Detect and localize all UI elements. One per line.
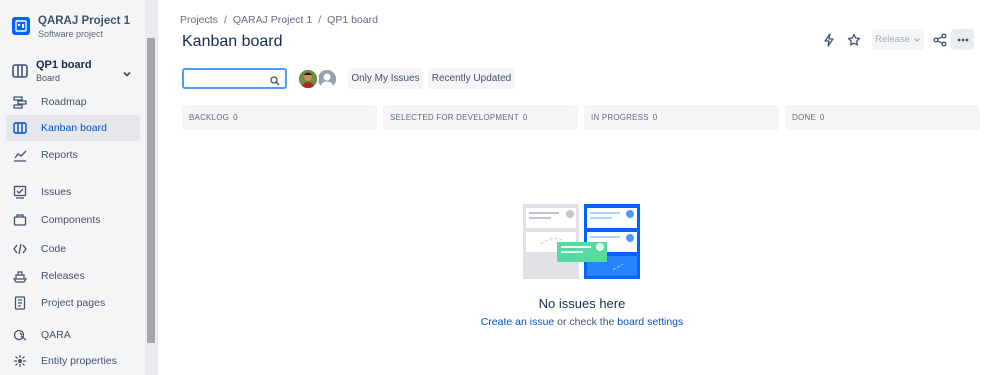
sidebar-item-label: Project pages [41,297,106,309]
board-name: QP1 board [36,59,92,71]
sidebar-item-label: Issues [41,186,72,198]
breadcrumb-separator: / [223,14,227,26]
sidebar-item-releases[interactable]: Releases [6,263,140,289]
breadcrumb-projects[interactable]: Projects [180,14,218,26]
sidebar-item-label: Releases [41,270,85,282]
column-name: SELECTED FOR DEVELOPMENT [390,113,519,122]
sidebar-item-label: Components [41,214,101,226]
sidebar-scroll-thumb[interactable] [147,38,155,343]
column-name: BACKLOG [189,113,230,122]
sidebar-item-qara[interactable]: QARA [6,322,140,348]
project-header[interactable]: QARAJ Project 1 Software project [12,14,142,46]
search-icon [270,73,280,91]
board-icon [12,120,28,136]
components-icon [12,212,28,228]
column-count: 0 [233,113,238,122]
sidebar-item-label: Reports [41,149,78,161]
page-title: Kanban board [182,33,283,50]
automation-lightning-button[interactable] [818,29,840,51]
breadcrumb-separator: / [318,14,322,26]
sidebar-item-reports[interactable]: Reports [6,142,140,168]
project-logo-icon [12,17,30,35]
avatar-unassigned[interactable] [316,68,338,90]
sidebar-item-label: QARA [41,329,71,341]
sidebar-item-kanban-board[interactable]: Kanban board [6,115,140,141]
release-label: Release [875,34,910,45]
create-issue-link[interactable]: Create an issue [481,316,555,328]
entity-icon [12,353,28,369]
breadcrumb: Projects / QARAJ Project 1 / QP1 board [180,14,378,26]
breadcrumb-project[interactable]: QARAJ Project 1 [233,14,312,26]
column-name: IN PROGRESS [591,113,649,122]
board-subtitle: Board [36,73,61,83]
sidebar-item-label: Entity properties [41,355,117,367]
sidebar-item-code[interactable]: Code [6,236,140,262]
column-count: 0 [652,113,658,122]
star-icon [847,33,861,46]
sidebar-item-label: Code [41,243,67,255]
chevron-down-icon [122,66,132,84]
roadmap-icon [12,94,28,110]
empty-state-title: No issues here [538,296,626,311]
only-my-issues-filter[interactable]: Only My Issues [348,68,423,89]
star-button[interactable] [843,29,865,51]
sidebar-item-roadmap[interactable]: Roadmap [6,89,140,115]
reports-icon [12,147,28,163]
qara-icon [12,327,28,343]
more-actions-button[interactable] [951,29,974,50]
avatar[interactable] [297,68,319,90]
board-icon [12,63,28,79]
sidebar-item-label: Roadmap [41,96,87,108]
search-input[interactable] [188,72,268,89]
sidebar-item-components[interactable]: Components [6,207,140,233]
empty-state-connector: or check the [554,316,618,328]
sidebar-item-issues[interactable]: Issues [6,179,140,205]
column-header-selected: SELECTED FOR DEVELOPMENT 0 [383,105,578,130]
board-settings-link[interactable]: board settings [617,316,683,328]
column-count: 0 [522,113,528,122]
empty-state-message: Create an issue or check the board setti… [440,316,724,328]
column-count: 0 [819,113,825,122]
more-icon [957,38,968,41]
recently-updated-filter[interactable]: Recently Updated [428,68,515,89]
project-type: Software project [38,29,104,39]
column-header-done: DONE 0 [785,105,980,130]
release-button[interactable]: Release [872,29,924,50]
sidebar-item-project-pages[interactable]: Project pages [6,290,140,316]
sidebar-item-label: Kanban board [41,122,107,134]
issues-icon [12,184,28,200]
share-button[interactable] [929,29,951,51]
breadcrumb-board[interactable]: QP1 board [327,14,378,26]
share-icon [933,33,947,47]
column-header-backlog: BACKLOG 0 [182,105,377,130]
empty-board-illustration [523,204,640,279]
project-name: QARAJ Project 1 [38,15,131,27]
sidebar-item-entity-properties[interactable]: Entity properties [6,348,140,374]
chevron-down-icon [913,37,920,42]
releases-icon [12,268,28,284]
column-header-in-progress: IN PROGRESS 0 [584,105,779,130]
project-sidebar: QARAJ Project 1 Software project QP1 boa… [0,0,158,375]
code-icon [12,241,28,257]
board-selector[interactable]: QP1 board Board [12,58,137,88]
column-name: DONE [792,113,816,122]
lightning-icon [824,33,834,47]
search-field[interactable] [182,68,287,89]
pages-icon [12,295,28,311]
